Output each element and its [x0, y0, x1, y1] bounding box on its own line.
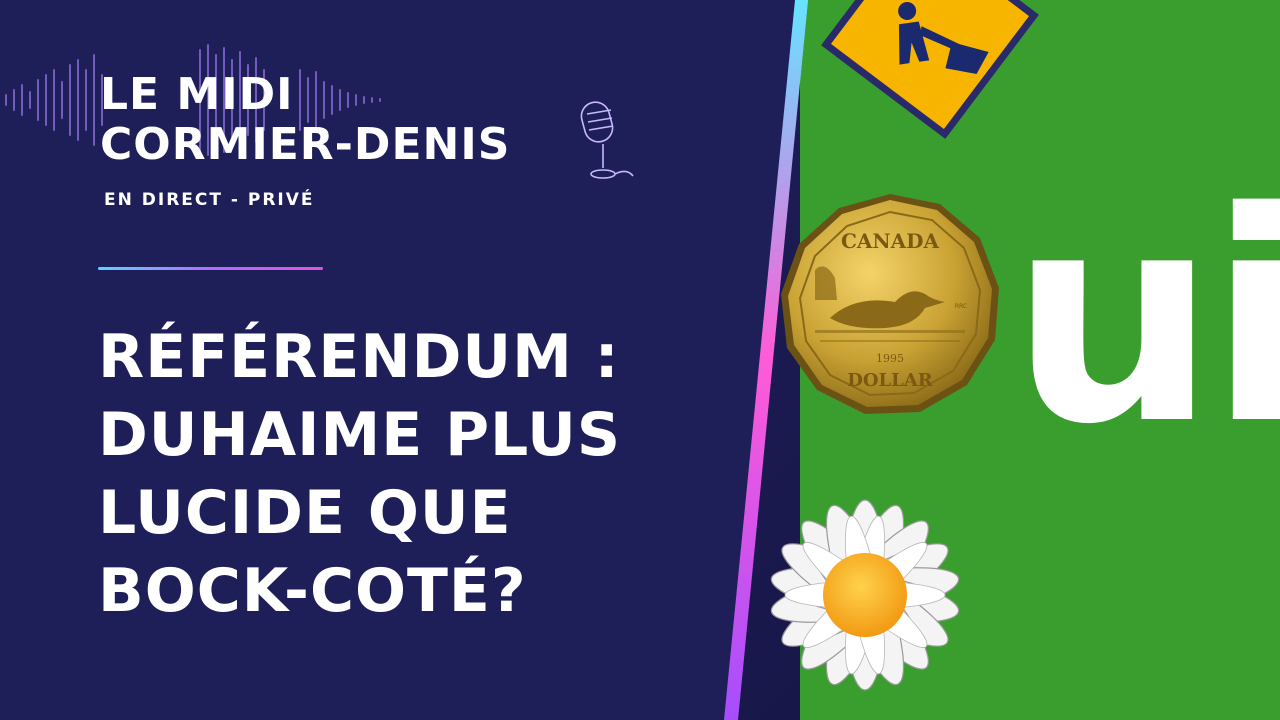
roadwork-sign-icon — [821, 0, 1039, 139]
headline-line3: LUCIDE QUE — [98, 478, 512, 548]
show-title-line1: LE MIDI — [100, 69, 294, 120]
show-title: LE MIDI CORMIER-DENIS — [100, 70, 510, 170]
headline-line4: BOCK-COTÉ? — [98, 556, 527, 626]
coin-mark: RRC — [955, 303, 967, 310]
loonie-coin-icon: CANADA 1995 DOLLAR RRC — [781, 194, 999, 414]
coin-denomination: DOLLAR — [847, 370, 934, 391]
poster-text: ui — [1010, 151, 1280, 488]
daisy-icon — [770, 499, 960, 691]
coin-year: 1995 — [876, 352, 904, 365]
headline-line2: DUHAIME PLUS — [98, 400, 622, 470]
headline-line1: RÉFÉRENDUM : — [98, 322, 620, 392]
microphone-icon — [580, 101, 634, 179]
headline: RÉFÉRENDUM : DUHAIME PLUS LUCIDE QUE BOC… — [98, 318, 621, 630]
show-subtitle: EN DIRECT - PRIVÉ — [104, 190, 315, 210]
coin-country: CANADA — [841, 229, 940, 253]
divider — [98, 267, 323, 270]
show-title-line2: CORMIER-DENIS — [100, 119, 511, 170]
